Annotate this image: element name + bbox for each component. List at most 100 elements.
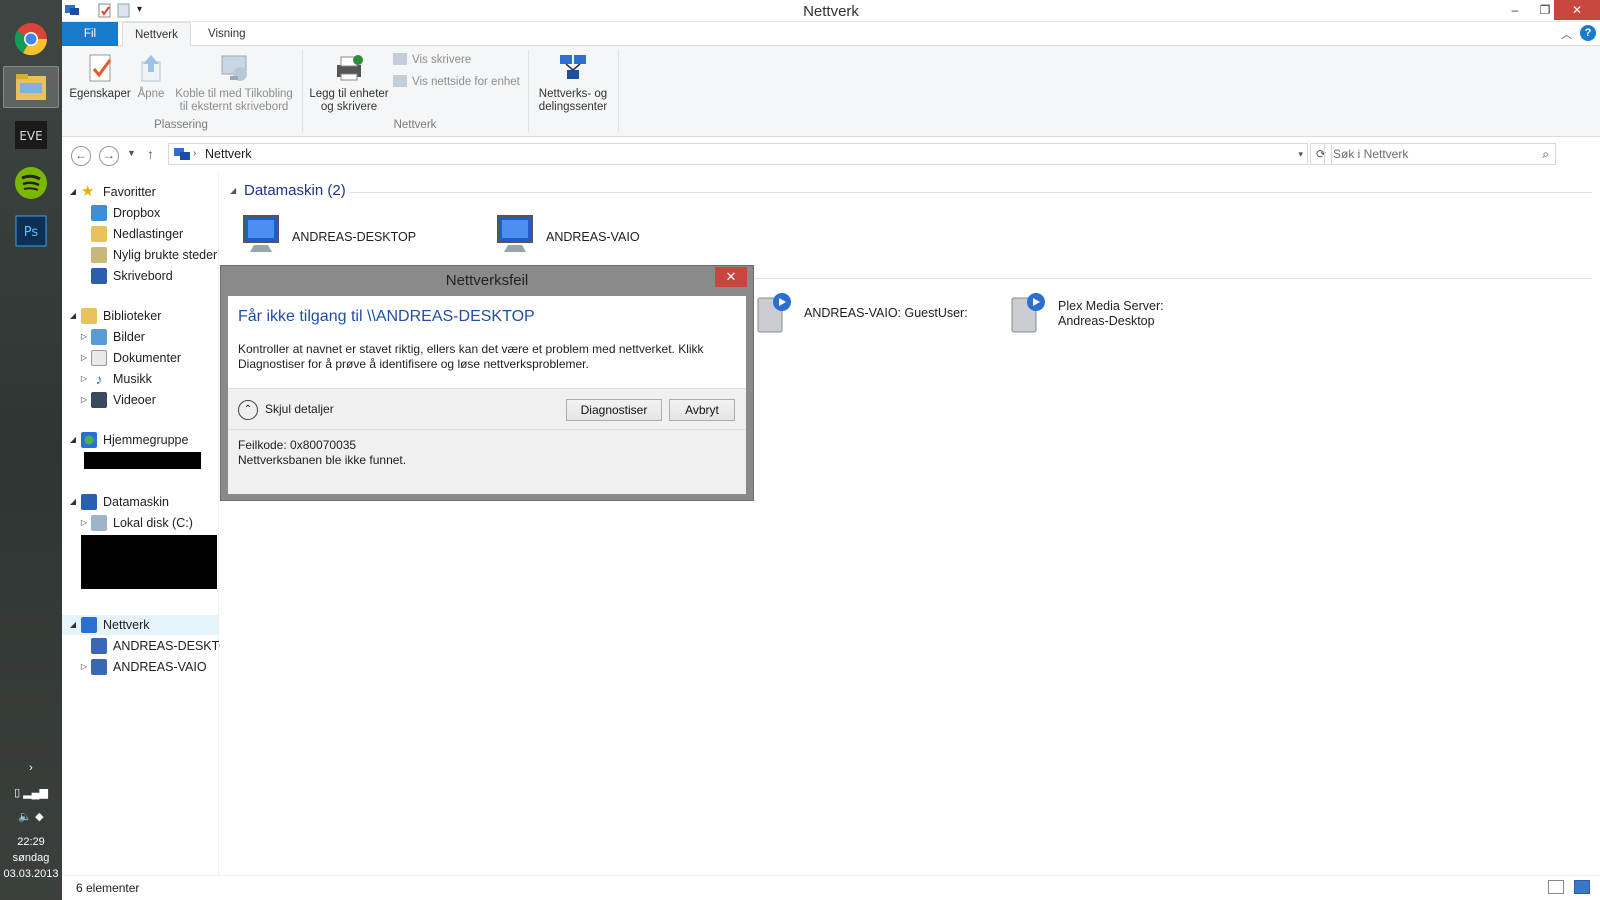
expand-arrow-icon[interactable]: ◢ xyxy=(68,492,78,512)
nav-homegroup[interactable]: ◢ Hjemmegruppe xyxy=(62,430,219,450)
eve-taskbar-icon[interactable]: EVE xyxy=(3,114,59,156)
large-icons-view-icon[interactable] xyxy=(1574,880,1590,894)
drive-icon xyxy=(91,515,107,531)
status-bar: 6 elementer xyxy=(62,875,1600,900)
star-icon: ★ xyxy=(81,183,95,200)
collapse-arrow-icon[interactable]: ▷ xyxy=(79,369,89,389)
expand-arrow-icon[interactable]: ◢ xyxy=(68,430,78,450)
nav-item-music[interactable]: ▷ ♪ Musikk xyxy=(62,369,219,389)
dialog-title: Nettverksfeil xyxy=(445,272,529,289)
computer-icon xyxy=(81,494,97,510)
forward-button[interactable]: → xyxy=(99,146,119,166)
address-bar-row: ← → ▼ ↑ › Nettverk ▾ ⟳ Søk i Nettverk ⌕ xyxy=(62,137,1600,172)
close-window-button[interactable]: ✕ xyxy=(1554,0,1600,20)
device-webpage-button[interactable]: Vis nettside for enhet xyxy=(393,73,520,91)
open-icon xyxy=(141,55,161,82)
nav-item-downloads[interactable]: Nedlastinger xyxy=(62,224,219,244)
nav-libraries[interactable]: ◢ Biblioteker xyxy=(62,306,219,326)
network-center-button[interactable]: Nettverks- og delingssenter xyxy=(534,52,612,114)
media-label: Plex Media Server: xyxy=(1058,299,1164,313)
address-field[interactable]: › Nettverk ▾ xyxy=(168,143,1308,165)
computer-andreas-vaio[interactable]: ANDREAS-VAIO xyxy=(494,212,714,260)
nav-favorites[interactable]: ◢ ★ Favoritter xyxy=(62,182,219,202)
collapse-arrow-icon[interactable]: ▷ xyxy=(79,390,89,410)
expand-arrow-icon[interactable]: ◢ xyxy=(68,182,78,202)
recent-locations-icon[interactable]: ▼ xyxy=(127,148,136,158)
nav-item-desktop[interactable]: Skrivebord xyxy=(62,266,219,286)
tab-view[interactable]: Visning xyxy=(196,22,258,46)
collapse-ribbon-icon[interactable]: ︿ xyxy=(1561,26,1572,42)
tab-file[interactable]: Fil xyxy=(62,22,118,46)
webpage-icon xyxy=(393,75,407,87)
add-devices-button[interactable]: Legg til enheter og skrivere xyxy=(308,52,390,114)
nav-computer[interactable]: ◢ Datamaskin xyxy=(62,492,219,512)
ribbon-tabs: Fil Nettverk Visning ︿ ? xyxy=(62,22,1600,47)
search-icon[interactable]: ⌕ xyxy=(1542,144,1549,164)
spotify-taskbar-icon[interactable] xyxy=(3,162,59,204)
cancel-button[interactable]: Avbryt xyxy=(669,399,735,421)
collapse-arrow-icon[interactable]: ▷ xyxy=(79,513,89,533)
nav-item-andreas-vaio[interactable]: ▷ ANDREAS-VAIO xyxy=(62,657,219,677)
breadcrumb-chevron-icon[interactable]: › xyxy=(193,144,196,164)
search-input[interactable]: Søk i Nettverk ⌕ xyxy=(1324,143,1556,165)
collapse-arrow-icon[interactable]: ▷ xyxy=(79,327,89,347)
media-plex-server[interactable]: Plex Media Server: Andreas-Desktop xyxy=(1006,290,1236,338)
volume-dropbox-icon[interactable]: 🔈 ◆ xyxy=(0,810,62,823)
group-separator xyxy=(302,50,303,132)
remote-desktop-button[interactable]: Koble til med Tilkobling til eksternt sk… xyxy=(170,52,298,114)
expand-arrow-icon[interactable]: ◢ xyxy=(68,615,78,635)
group-label-location: Plassering xyxy=(154,119,208,131)
open-button[interactable]: Åpne xyxy=(134,52,168,101)
tab-network[interactable]: Nettverk xyxy=(122,22,191,47)
device-webpage-label: Vis nettside for enhet xyxy=(412,76,520,88)
clock-day[interactable]: søndag xyxy=(0,852,62,864)
clock-date[interactable]: 03.03.2013 xyxy=(0,868,62,880)
downloads-folder-icon xyxy=(91,226,107,242)
nav-item-documents[interactable]: ▷ Dokumenter xyxy=(62,348,219,368)
group-divider xyxy=(350,192,1592,193)
collapse-arrow-icon[interactable]: ▷ xyxy=(79,348,89,368)
group-collapse-icon[interactable]: ◢ xyxy=(230,186,236,195)
address-dropdown-icon[interactable]: ▾ xyxy=(1298,144,1303,164)
nav-network[interactable]: ◢ Nettverk xyxy=(62,615,219,635)
nav-item-dropbox[interactable]: Dropbox xyxy=(62,203,219,223)
dialog-close-button[interactable]: ✕ xyxy=(715,267,747,287)
show-hidden-icons-icon[interactable]: › xyxy=(0,762,62,774)
file-explorer-taskbar-icon[interactable] xyxy=(3,66,59,108)
hide-details-label[interactable]: Skjul detaljer xyxy=(265,402,334,416)
libraries-icon xyxy=(81,308,97,324)
up-button[interactable]: ↑ xyxy=(147,146,154,162)
nav-item-videos[interactable]: ▷ Videoer xyxy=(62,390,219,410)
remote-desktop-icon xyxy=(221,55,247,81)
show-printers-label: Vis skrivere xyxy=(412,54,472,66)
nav-item-andreas-desktop[interactable]: ANDREAS-DESKTOP xyxy=(62,636,237,656)
photoshop-taskbar-icon[interactable]: Ps xyxy=(3,210,59,252)
add-devices-label: Legg til enheter og skrivere xyxy=(309,88,389,113)
group-header-computers[interactable]: Datamaskin (2) xyxy=(244,182,346,199)
group-separator xyxy=(528,50,529,132)
back-button[interactable]: ← xyxy=(71,146,91,166)
expand-arrow-icon[interactable]: ◢ xyxy=(68,306,78,326)
media-andreas-vaio[interactable]: ANDREAS-VAIO: GuestUser: xyxy=(752,290,982,338)
details-view-icon[interactable] xyxy=(1548,880,1564,894)
show-printers-button[interactable]: Vis skrivere xyxy=(393,51,471,69)
chrome-taskbar-icon[interactable] xyxy=(3,18,59,60)
nav-item-local-disk[interactable]: ▷ Lokal disk (C:) xyxy=(62,513,219,533)
help-icon[interactable]: ? xyxy=(1580,25,1596,41)
clock-time[interactable]: 22:29 xyxy=(0,836,62,848)
battery-signal-icon[interactable]: ▯ ▂▄▆ xyxy=(0,786,62,799)
properties-button[interactable]: Egenskaper xyxy=(68,52,132,101)
computer-andreas-desktop[interactable]: ANDREAS-DESKTOP xyxy=(240,212,460,260)
nav-item-recent-places[interactable]: Nylig brukte steder xyxy=(62,245,219,265)
diagnose-button[interactable]: Diagnostiser xyxy=(566,399,662,421)
nav-item-pictures[interactable]: ▷ Bilder xyxy=(62,327,219,347)
media-server-icon xyxy=(757,293,791,333)
group-separator xyxy=(618,50,619,132)
minimize-button[interactable]: – xyxy=(1500,0,1530,20)
collapse-arrow-icon[interactable]: ▷ xyxy=(79,657,89,677)
search-placeholder: Søk i Nettverk xyxy=(1333,147,1409,161)
dialog-actions: ⌃ Skjul detaljer Diagnostiser Avbryt xyxy=(228,388,746,430)
hide-details-toggle[interactable]: ⌃ xyxy=(238,400,258,420)
media-label: ANDREAS-VAIO: GuestUser: xyxy=(804,306,968,320)
breadcrumb-network[interactable]: Nettverk xyxy=(205,147,252,161)
